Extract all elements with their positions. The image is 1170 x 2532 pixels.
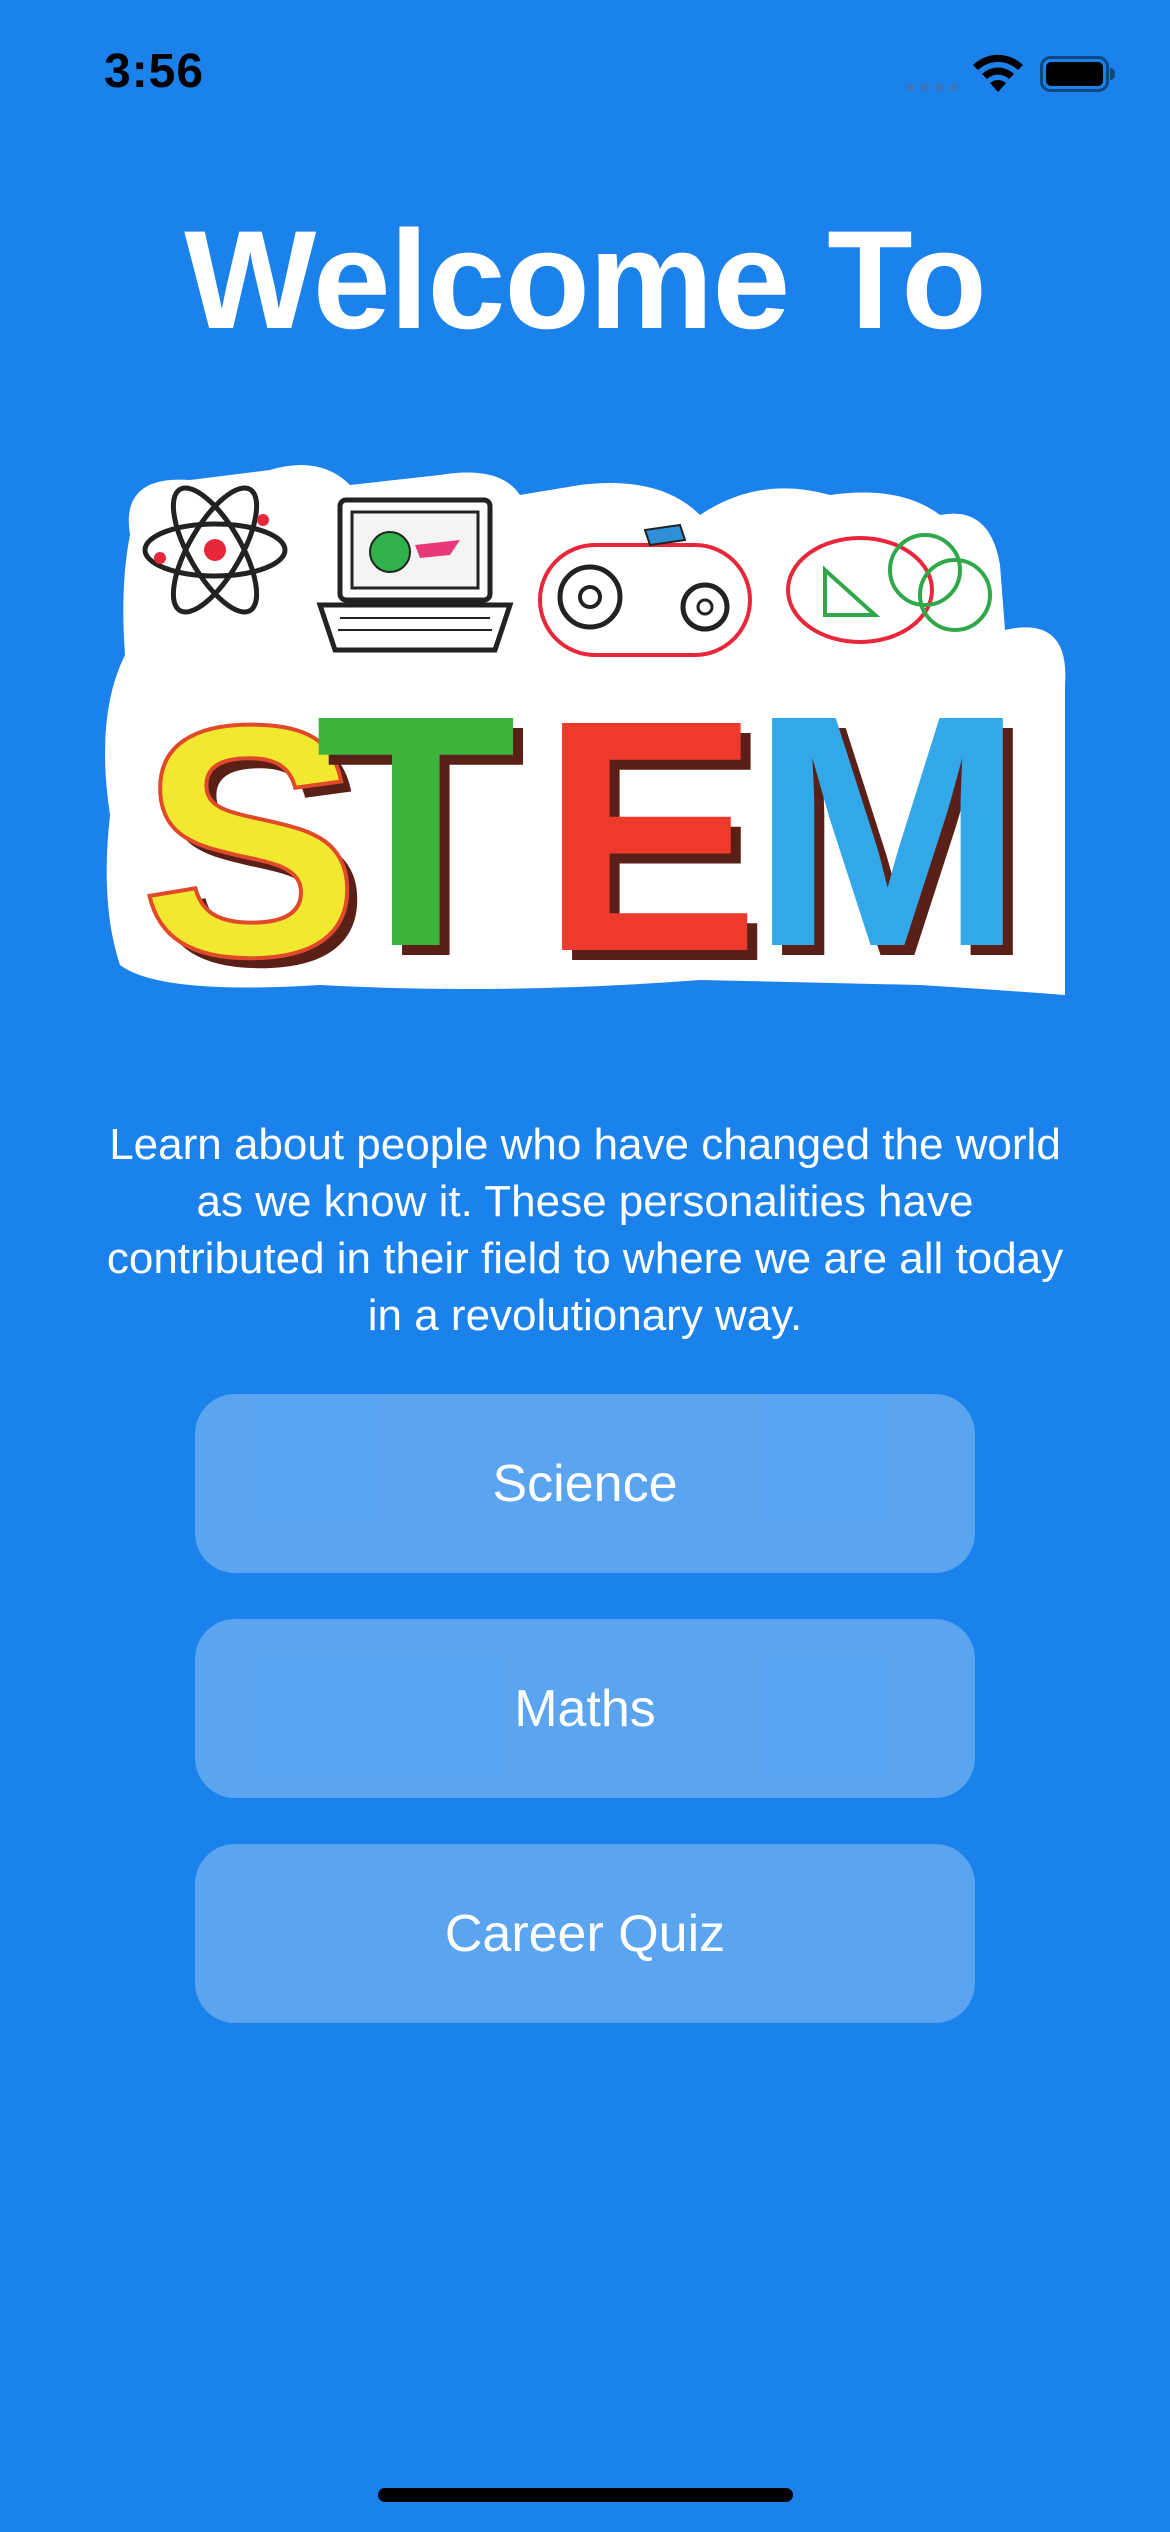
page-title: Welcome To <box>184 201 987 358</box>
career-quiz-button[interactable]: Career Quiz <box>195 1844 975 2023</box>
wifi-icon <box>973 54 1023 92</box>
maths-button[interactable]: Maths <box>195 1619 975 1798</box>
stem-letters: S S T T E E M M <box>138 646 1035 1005</box>
svg-text:E: E <box>540 651 760 1005</box>
laptop-icon <box>316 497 514 653</box>
home-indicator[interactable] <box>378 2488 793 2502</box>
status-time: 3:56 <box>104 45 205 98</box>
svg-text:M: M <box>750 646 1025 1005</box>
signal-icon <box>905 84 959 91</box>
svg-text:T: T <box>315 646 517 1005</box>
status-bar: 3:56 <box>0 0 1170 150</box>
description-text: Learn about people who have changed the … <box>106 1120 1064 1340</box>
science-button[interactable]: Science <box>195 1394 975 1573</box>
stem-logo: S S T T E E M M <box>105 465 1066 1005</box>
battery-icon <box>1040 56 1115 92</box>
